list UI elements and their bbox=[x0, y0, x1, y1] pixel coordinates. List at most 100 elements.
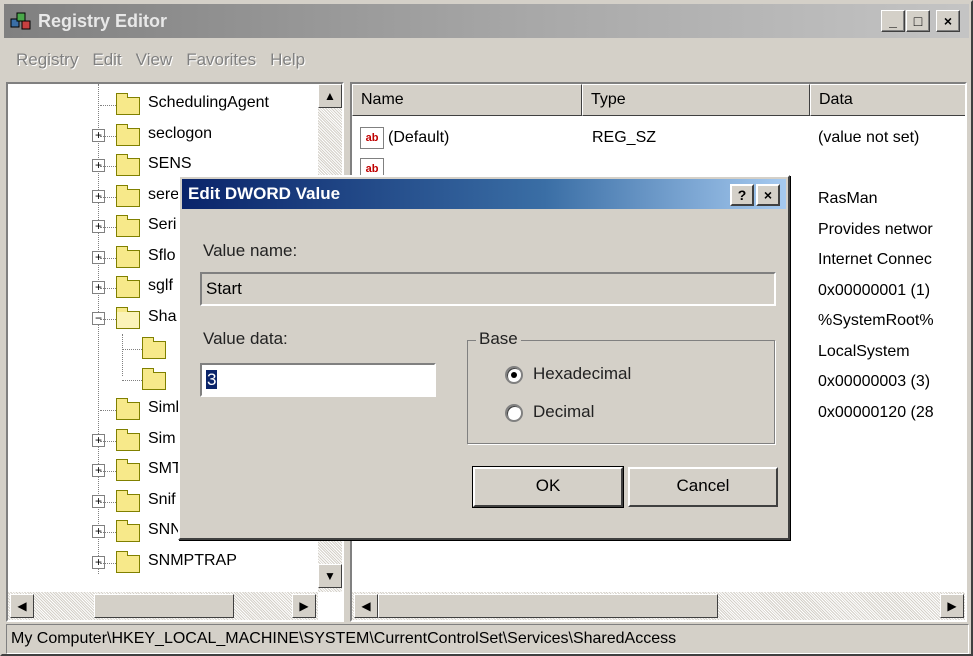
folder-icon bbox=[116, 184, 140, 207]
folder-icon bbox=[116, 215, 140, 237]
folder-icon bbox=[116, 428, 140, 451]
scroll-right-button[interactable]: ▶ bbox=[292, 594, 316, 618]
tree-line bbox=[100, 410, 116, 411]
menu-edit[interactable]: Edit bbox=[92, 50, 121, 70]
folder-icon bbox=[116, 93, 140, 115]
value-type-cell: REG_SZ bbox=[592, 129, 657, 146]
tree-line bbox=[100, 318, 116, 320]
tree-item-label[interactable]: seclogon bbox=[148, 125, 212, 143]
tree-item-label[interactable]: sere bbox=[148, 186, 179, 204]
value-data-input[interactable]: 3 bbox=[200, 363, 436, 397]
base-group bbox=[467, 340, 775, 444]
ab-string-icon: ab bbox=[360, 127, 384, 149]
tree-item-label[interactable]: Siml bbox=[148, 399, 179, 417]
folder-icon bbox=[142, 337, 166, 359]
value-data-cell: 0x00000001 (1) bbox=[818, 281, 931, 299]
value-data-cell: 0x00000003 (3) bbox=[818, 373, 931, 390]
scroll-left-button[interactable]: ◀ bbox=[10, 594, 34, 618]
folder-icon bbox=[116, 245, 140, 268]
tree-item-label[interactable]: SENS bbox=[148, 155, 192, 173]
menu-view[interactable]: View bbox=[136, 50, 173, 70]
cancel-button[interactable]: Cancel bbox=[628, 467, 778, 507]
value-name-cell[interactable]: (Default) bbox=[388, 129, 449, 147]
folder-icon bbox=[142, 367, 166, 390]
scroll-up-button[interactable]: ▲ bbox=[318, 84, 342, 108]
decimal-label[interactable]: Decimal bbox=[533, 402, 594, 422]
menu-help[interactable]: Help bbox=[270, 50, 305, 70]
tree-line bbox=[100, 166, 116, 167]
scroll-thumb[interactable] bbox=[94, 594, 234, 618]
value-data-cell: (value not set) bbox=[818, 129, 920, 146]
tree-line bbox=[100, 440, 116, 442]
folder-icon bbox=[116, 276, 140, 298]
value-data-label: Value data: bbox=[203, 329, 288, 348]
edit-dword-dialog: Edit DWORD Value ? × Value name: Start V… bbox=[178, 175, 790, 540]
dialog-close-button[interactable]: × bbox=[756, 184, 780, 206]
column-type[interactable]: Type bbox=[582, 84, 810, 116]
title-bar[interactable]: Registry Editor _ □ × bbox=[4, 4, 969, 38]
value-data-cell: 0x00000120 (28 bbox=[818, 403, 934, 421]
registry-icon bbox=[10, 10, 32, 32]
value-data-cell: Internet Connec bbox=[818, 251, 932, 268]
tree-item-label[interactable]: SNMPTRAP bbox=[148, 552, 237, 570]
status-bar: My Computer\HKEY_LOCAL_MACHINE\SYSTEM\Cu… bbox=[6, 624, 969, 654]
dialog-title[interactable]: Edit DWORD Value bbox=[182, 179, 786, 209]
tree-item-label[interactable]: Sflo bbox=[148, 247, 176, 265]
value-data-cell: %SystemRoot% bbox=[818, 312, 934, 329]
tree-line bbox=[100, 501, 116, 503]
folder-icon bbox=[116, 489, 140, 512]
decimal-radio[interactable] bbox=[505, 404, 523, 422]
base-label: Base bbox=[476, 329, 521, 349]
folder-icon bbox=[116, 398, 140, 420]
tree-item-label[interactable]: Sim bbox=[148, 430, 176, 448]
tree-line bbox=[100, 227, 116, 228]
folder-icon bbox=[116, 123, 140, 146]
folder-icon bbox=[116, 306, 140, 329]
value-data-cell: Provides networ bbox=[818, 220, 933, 238]
tree-item-label[interactable]: Snif bbox=[148, 491, 176, 509]
tree-line bbox=[100, 471, 116, 472]
value-data-cell: RasMan bbox=[818, 190, 878, 207]
minimize-button[interactable]: _ bbox=[881, 10, 905, 32]
tree-line bbox=[100, 288, 116, 289]
close-button[interactable]: × bbox=[936, 10, 960, 32]
folder-icon bbox=[116, 550, 140, 573]
value-name-field: Start bbox=[200, 272, 776, 306]
folder-icon bbox=[116, 459, 140, 481]
value-data-cell: LocalSystem bbox=[818, 342, 910, 360]
column-data[interactable]: Data bbox=[810, 84, 965, 116]
tree-line bbox=[122, 334, 123, 376]
menu-registry[interactable]: Registry bbox=[16, 50, 78, 70]
tree-line bbox=[100, 257, 116, 259]
help-button[interactable]: ? bbox=[730, 184, 754, 206]
menu-favorites[interactable]: Favorites bbox=[186, 50, 256, 70]
hexadecimal-radio[interactable] bbox=[505, 366, 523, 384]
maximize-button[interactable]: □ bbox=[906, 10, 930, 32]
tree-item-label[interactable]: Sha bbox=[148, 308, 176, 326]
tree-item-label[interactable]: Seri bbox=[148, 216, 176, 234]
tree-line bbox=[100, 196, 116, 198]
tree-item-label[interactable]: sglf bbox=[148, 277, 173, 295]
column-name[interactable]: Name bbox=[352, 84, 582, 116]
ok-button[interactable]: OK bbox=[473, 467, 623, 507]
tree-line bbox=[100, 532, 116, 533]
value-name-label: Value name: bbox=[203, 241, 298, 260]
tree-line bbox=[100, 135, 116, 137]
tree-item-label[interactable]: SchedulingAgent bbox=[148, 94, 269, 112]
scroll-thumb[interactable] bbox=[378, 594, 718, 618]
tree-item-label[interactable]: SMT bbox=[148, 460, 182, 478]
tree-line bbox=[100, 562, 116, 564]
scroll-left-button[interactable]: ◀ bbox=[354, 594, 378, 618]
scroll-down-button[interactable]: ▼ bbox=[318, 564, 342, 588]
value-data-text: 3 bbox=[206, 370, 218, 389]
folder-icon bbox=[116, 154, 140, 176]
tree-line bbox=[122, 379, 142, 381]
menu-bar: Registry Edit View Favorites Help bbox=[4, 40, 969, 80]
tree-line bbox=[122, 349, 142, 350]
tree-line bbox=[100, 105, 116, 106]
hexadecimal-label[interactable]: Hexadecimal bbox=[533, 364, 631, 384]
folder-icon bbox=[116, 520, 140, 542]
tree-item-label[interactable]: SNN bbox=[148, 521, 182, 539]
scroll-right-button[interactable]: ▶ bbox=[940, 594, 964, 618]
window-title: Registry Editor bbox=[38, 10, 168, 31]
